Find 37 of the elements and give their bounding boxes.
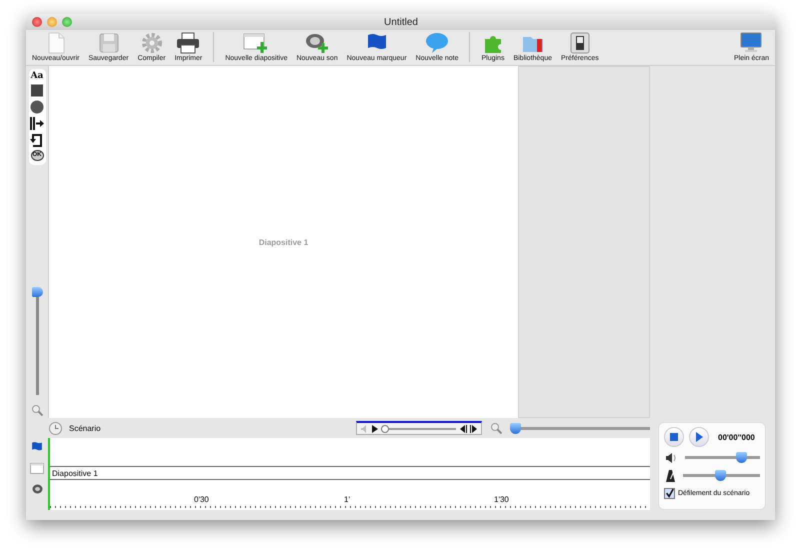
rectangle-icon[interactable] — [30, 84, 44, 97]
arrows-icon[interactable] — [30, 117, 44, 130]
stop-icon — [670, 433, 678, 441]
slider-thumb[interactable] — [736, 452, 748, 463]
text-tool[interactable]: Aa — [30, 71, 44, 81]
play-icon[interactable] — [372, 424, 378, 432]
magnifier-icon[interactable] — [490, 422, 502, 434]
stop-button[interactable] — [664, 427, 684, 447]
slider-thumb[interactable] — [381, 424, 389, 432]
checkbox[interactable] — [664, 488, 675, 499]
scenario-label: Scénario — [69, 424, 102, 432]
window-title: Untitled — [383, 16, 419, 28]
slide-clip-label: Diapositive 1 — [51, 468, 98, 478]
metronome-icon — [666, 470, 675, 482]
printer-icon — [176, 32, 200, 54]
slide-title: Diapositive 1 — [258, 238, 308, 246]
play-button[interactable] — [689, 427, 709, 447]
circle-icon[interactable] — [30, 100, 44, 114]
magnifier-icon[interactable] — [31, 404, 43, 416]
slider-thumb[interactable] — [32, 287, 42, 297]
time-label: 1' — [344, 495, 350, 504]
flag-icon — [31, 441, 43, 453]
position-slider[interactable] — [381, 424, 456, 432]
volume-icon — [666, 452, 677, 462]
slide-icon — [30, 463, 44, 474]
step-back-icon[interactable] — [459, 424, 467, 432]
slider-thumb[interactable] — [510, 422, 521, 434]
slider-thumb[interactable] — [714, 470, 726, 481]
time-label: 0'30 — [194, 495, 209, 504]
loop-icon[interactable] — [30, 133, 44, 147]
time-display: 00'00''000 — [718, 432, 755, 442]
step-forward-icon[interactable] — [470, 424, 478, 432]
time-label: 1'30 — [494, 495, 509, 504]
close-button[interactable] — [32, 17, 42, 27]
play-icon — [696, 432, 702, 442]
speech-bubble-icon — [425, 32, 450, 54]
clock-icon[interactable] — [49, 422, 62, 434]
